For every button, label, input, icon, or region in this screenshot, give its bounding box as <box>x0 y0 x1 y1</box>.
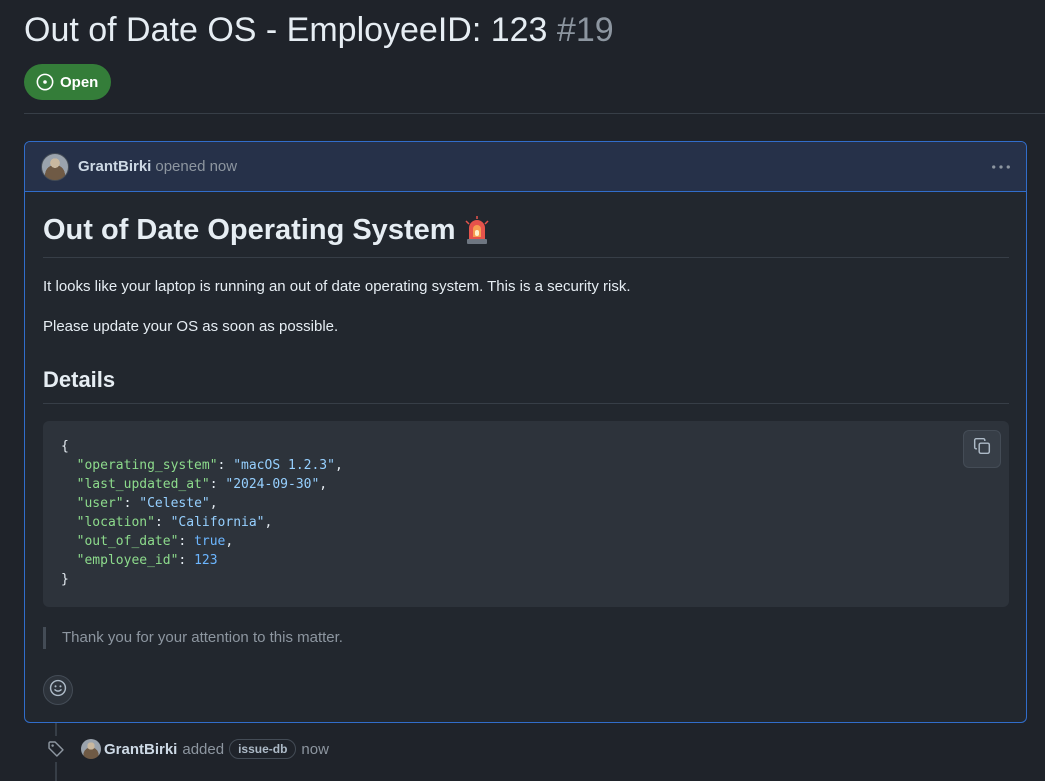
code-comma: , <box>319 477 328 492</box>
code-comma: , <box>209 496 218 511</box>
code-line: "location": "California", <box>76 515 273 530</box>
issue-comment: GrantBirki opened now Out of Date Operat… <box>24 141 1027 723</box>
copy-button[interactable] <box>963 430 1001 468</box>
smiley-icon <box>49 679 67 702</box>
code-close-brace: } <box>61 572 69 587</box>
details-heading: Details <box>43 367 116 392</box>
tag-icon <box>40 736 72 762</box>
code-value: "Celeste" <box>139 496 210 511</box>
header-divider <box>24 113 1045 114</box>
issue-opened-icon <box>36 73 54 91</box>
comment-heading-text: Out of Date Operating System <box>43 214 456 246</box>
rotating-light-icon <box>464 215 490 245</box>
issue-label-chip[interactable]: issue-db <box>229 739 297 759</box>
code-key: "last_updated_at" <box>76 477 210 492</box>
code-line: "operating_system": "macOS 1.2.3", <box>76 458 343 473</box>
code-key: "operating_system" <box>76 458 218 473</box>
code-key: "employee_id" <box>76 553 179 568</box>
comment-body: Out of Date Operating System It looks li… <box>25 192 1026 649</box>
details-rule <box>43 403 1009 404</box>
issue-title-text: Out of Date OS - EmployeeID: 123 <box>24 11 548 49</box>
code-comma: , <box>225 534 234 549</box>
code-value: "macOS 1.2.3" <box>233 458 335 473</box>
code-value: true <box>194 534 226 549</box>
copy-icon <box>973 437 991 461</box>
comment-paragraph-2: Please update your OS as soon as possibl… <box>43 318 339 335</box>
comment-heading: Out of Date Operating System <box>43 192 1009 248</box>
code-key: "out_of_date" <box>76 534 179 549</box>
comment-author-link[interactable]: GrantBirki <box>78 158 151 175</box>
comment-opened-text[interactable]: opened now <box>155 158 237 175</box>
code-key: "location" <box>76 515 155 530</box>
comment-paragraph-1: It looks like your laptop is running an … <box>43 278 631 295</box>
code-comma: , <box>334 458 343 473</box>
event-author-avatar[interactable] <box>81 739 101 759</box>
blockquote: Thank you for your attention to this mat… <box>43 627 1009 649</box>
code-key: "user" <box>76 496 124 511</box>
issue-page: Out of Date OS - EmployeeID: 123 #19 Ope… <box>0 0 1045 781</box>
event-time[interactable]: now <box>301 741 329 758</box>
code-value: "2024-09-30" <box>225 477 320 492</box>
event-action-text: added <box>182 740 225 758</box>
kebab-horizontal-icon[interactable] <box>990 156 1012 178</box>
code-line: "employee_id": 123 <box>76 553 218 568</box>
author-avatar[interactable] <box>41 152 69 181</box>
issue-title: Out of Date OS - EmployeeID: 123 #19 <box>24 8 614 52</box>
code-line: "out_of_date": true, <box>76 534 234 549</box>
code-line: "last_updated_at": "2024-09-30", <box>76 477 328 492</box>
timeline-label-event: GrantBirki added issue-db now <box>40 736 329 762</box>
code-value: 123 <box>194 553 218 568</box>
issue-state-badge: Open <box>24 64 112 100</box>
json-code-block: { "operating_system": "macOS 1.2.3", "la… <box>43 421 1009 607</box>
issue-state-label: Open <box>60 73 99 91</box>
code-value: "California" <box>170 515 265 530</box>
issue-number: #19 <box>556 11 614 49</box>
heading-rule <box>43 257 1009 258</box>
code-open-brace: { <box>61 439 69 454</box>
add-reaction-button[interactable] <box>43 675 73 705</box>
comment-header: GrantBirki opened now <box>25 142 1026 192</box>
code-comma: , <box>264 515 273 530</box>
event-author-link[interactable]: GrantBirki <box>104 741 177 758</box>
code-line: "user": "Celeste", <box>76 496 218 511</box>
